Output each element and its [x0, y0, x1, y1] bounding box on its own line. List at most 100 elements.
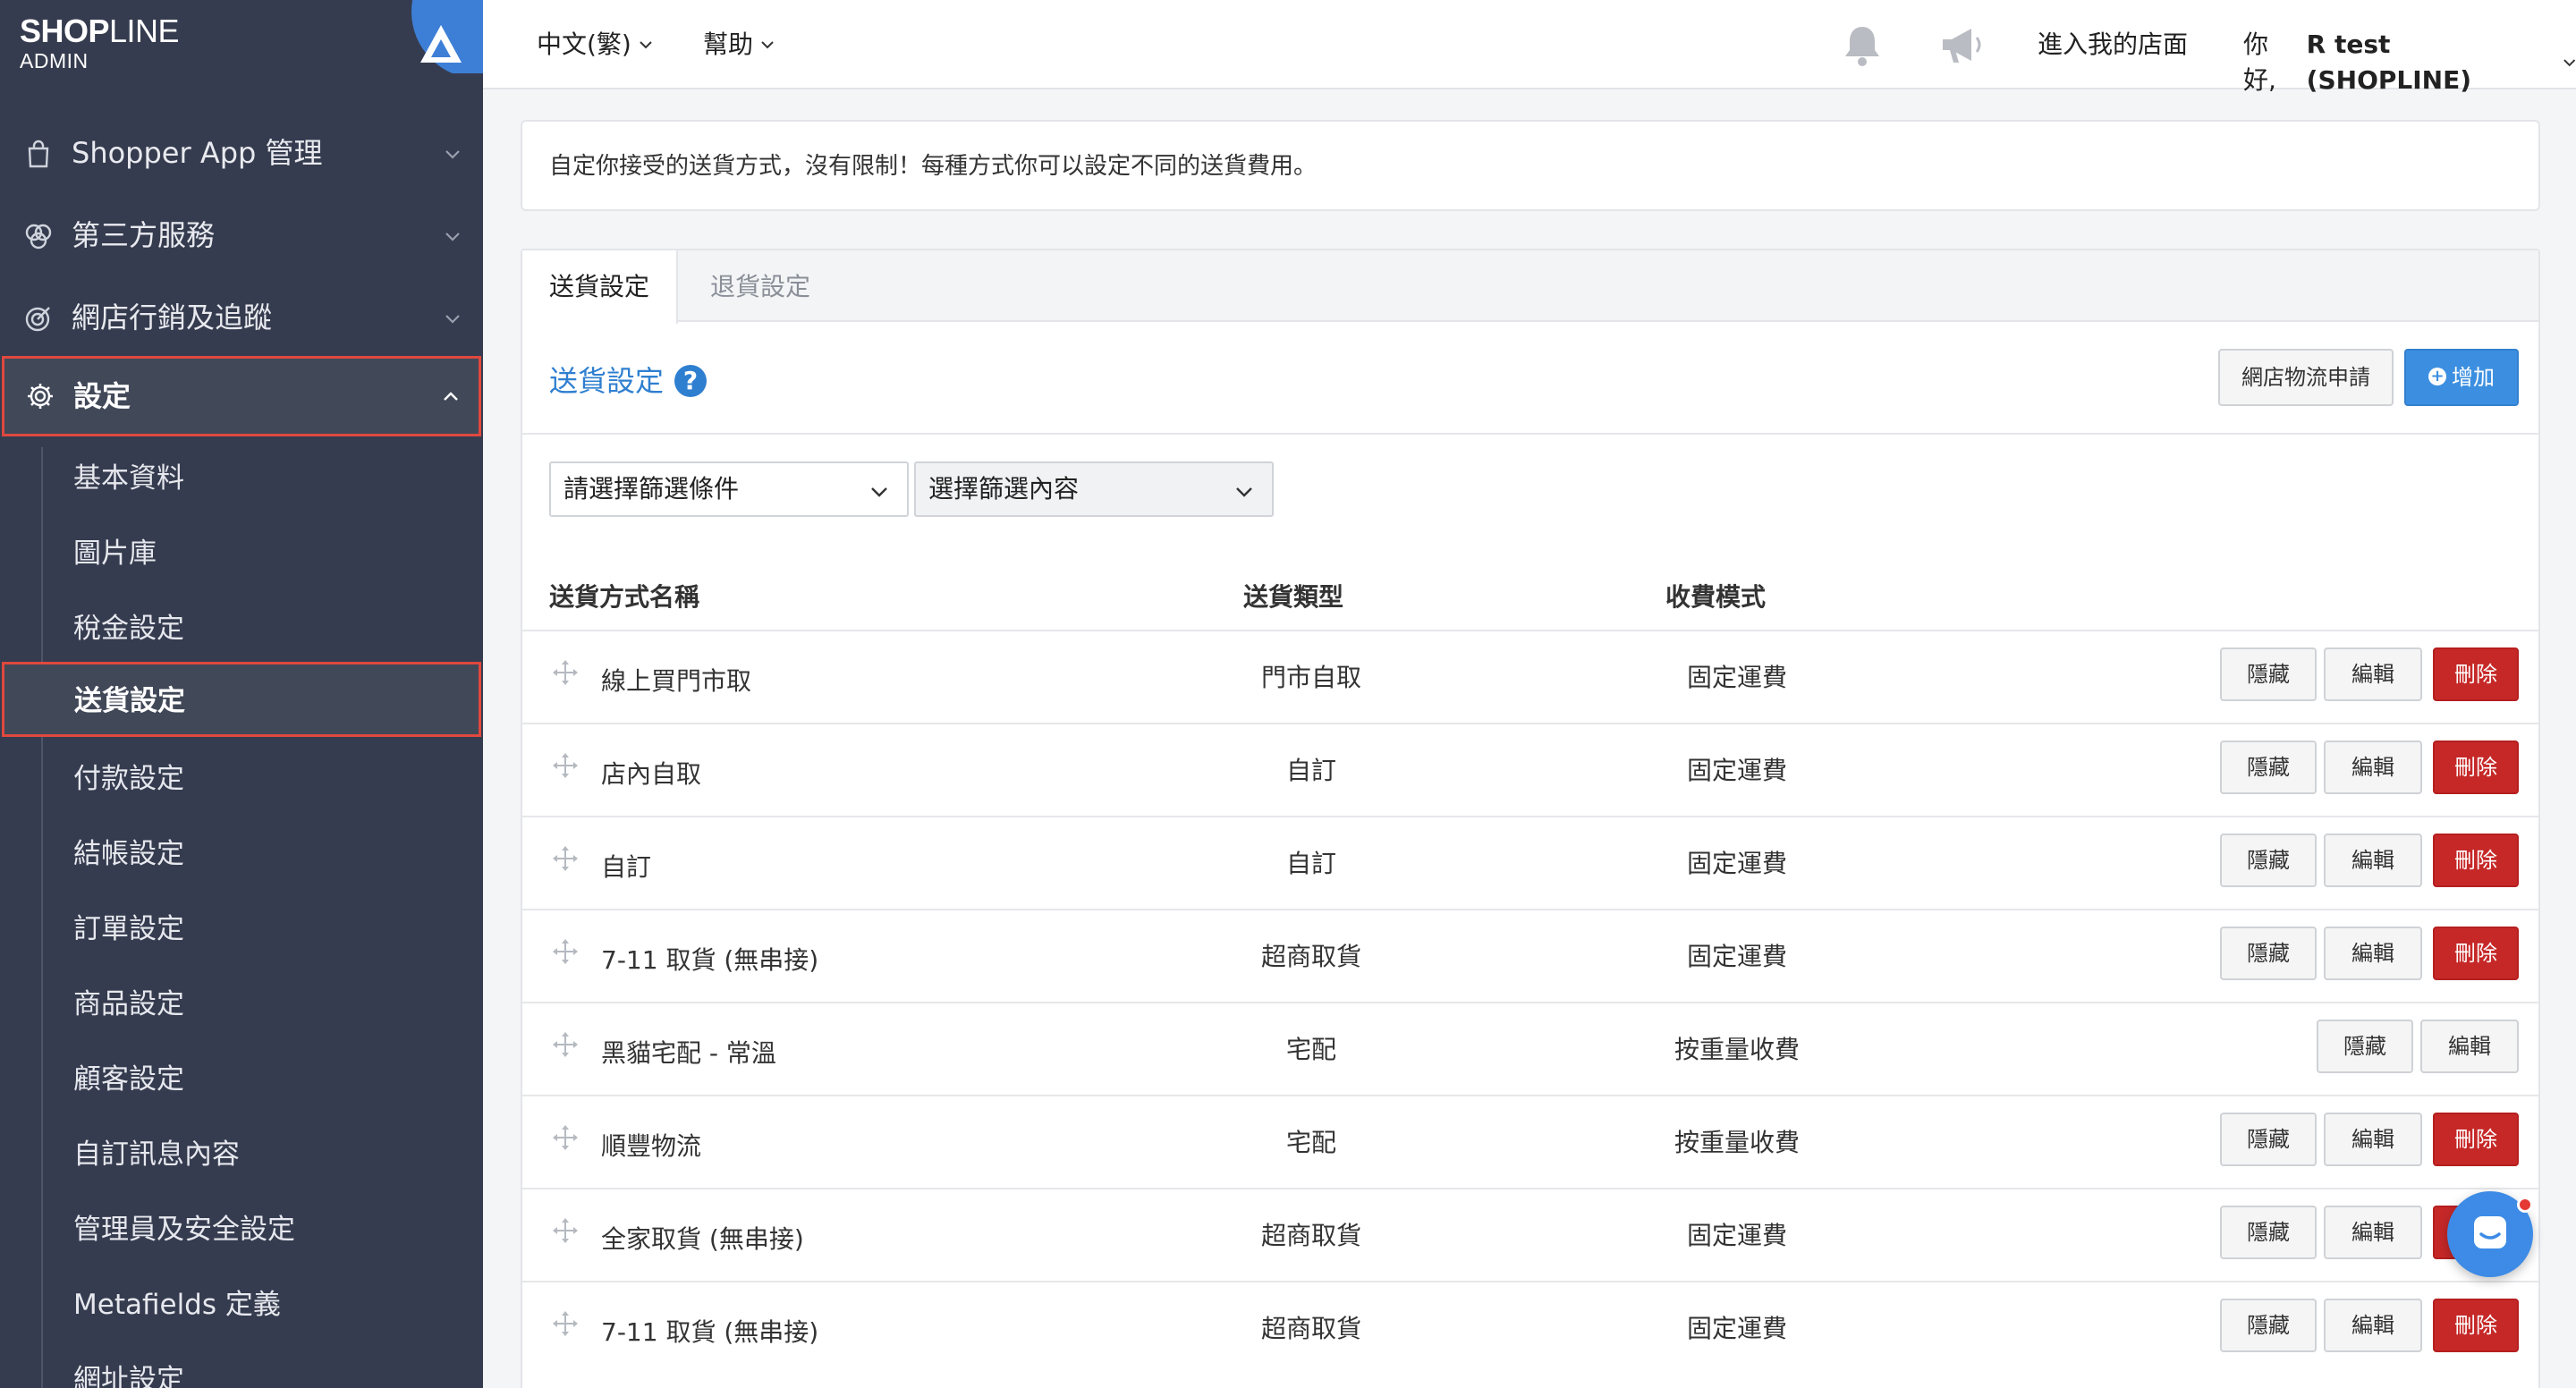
notification-bell-icon[interactable]	[1841, 23, 1884, 68]
chevron-down-icon	[1236, 487, 1252, 497]
chevron-down-icon	[640, 41, 652, 49]
hide-button[interactable]: 隱藏	[2220, 1113, 2317, 1166]
sidebar-subitem-admin-security[interactable]: 管理員及安全設定	[43, 1193, 479, 1268]
enter-store-label: 進入我的店面	[2038, 30, 2189, 59]
button-label: 編輯	[2351, 1313, 2394, 1338]
info-text: 自定你接受的送貨方式，沒有限制！每種方式你可以設定不同的送貨費用。	[549, 153, 1318, 180]
sidebar-subitem-label: 結帳設定	[73, 838, 184, 870]
drag-handle-icon[interactable]	[551, 1030, 580, 1059]
edit-button[interactable]: 編輯	[2324, 741, 2422, 794]
sidebar-subitem-custom-messages[interactable]: 自訂訊息內容	[43, 1118, 479, 1193]
button-label: 編輯	[2351, 848, 2394, 873]
sidebar-subitem-label: Metafields 定義	[73, 1289, 281, 1321]
hide-button[interactable]: 隱藏	[2220, 1206, 2317, 1259]
hide-button[interactable]: 隱藏	[2220, 741, 2317, 794]
shipping-type: 超商取貨	[1260, 1221, 1361, 1250]
brand-logo[interactable]: SHOPLINE ADMIN	[20, 13, 180, 72]
sidebar-subitem-payment[interactable]: 付款設定	[43, 742, 479, 817]
delete-button[interactable]: 刪除	[2433, 927, 2519, 980]
fee-mode: 固定運費	[1686, 1314, 1787, 1343]
shipping-method-name: 店內自取	[601, 759, 702, 789]
enter-store-link[interactable]: 進入我的店面	[2038, 27, 2188, 63]
sidebar-subitem-tax[interactable]: 稅金設定	[43, 592, 479, 667]
sidebar-subitem-checkout[interactable]: 結帳設定	[43, 817, 479, 893]
logo-bold: SHOP	[20, 13, 110, 49]
sidebar-subitem-customer[interactable]: 顧客設定	[43, 1043, 479, 1118]
filter-content-select[interactable]: 選擇篩選內容	[914, 461, 1274, 517]
sidebar-item-shopper-app[interactable]: Shopper App 管理	[0, 113, 483, 193]
fee-mode: 按重量收費	[1674, 1035, 1800, 1064]
edit-button[interactable]: 編輯	[2420, 1020, 2519, 1073]
drag-handle-icon[interactable]	[551, 844, 580, 873]
hide-button[interactable]: 隱藏	[2317, 1020, 2413, 1073]
delete-button[interactable]: 刪除	[2433, 647, 2519, 701]
hide-button[interactable]: 隱藏	[2220, 647, 2317, 701]
help-circle-icon[interactable]: ?	[674, 365, 708, 397]
column-header-type: 送貨類型	[1243, 582, 1344, 612]
button-label: 刪除	[2454, 1127, 2497, 1152]
delete-button[interactable]: 刪除	[2433, 834, 2519, 887]
drag-handle-icon[interactable]	[551, 1309, 580, 1338]
drag-handle-icon[interactable]	[551, 1123, 580, 1152]
chevron-down-icon	[445, 233, 460, 241]
sidebar-item-marketing[interactable]: 網店行銷及追蹤	[0, 277, 483, 358]
table-row: 順豐物流 宅配 按重量收費 刪除 編輯 隱藏	[522, 1095, 2538, 1188]
sidebar-subitem-label: 顧客設定	[73, 1063, 184, 1096]
filter-condition-select[interactable]: 請選擇篩選條件	[549, 461, 909, 517]
fee-mode: 固定運費	[1686, 756, 1787, 785]
tab-delivery-settings[interactable]: 送貨設定	[522, 250, 679, 324]
delete-button[interactable]: 刪除	[2433, 1113, 2519, 1166]
sidebar-subitem-basic-info[interactable]: 基本資料	[43, 442, 479, 517]
sidebar-item-settings[interactable]: 設定	[2, 356, 481, 436]
chevron-up-icon	[444, 392, 458, 401]
sidebar-subitem-label: 圖片庫	[73, 537, 157, 570]
sidebar-subitem-metafields[interactable]: Metafields 定義	[43, 1268, 479, 1343]
edit-button[interactable]: 編輯	[2324, 1299, 2422, 1352]
logo-sub: ADMIN	[20, 49, 89, 72]
delete-button[interactable]: 刪除	[2433, 741, 2519, 794]
sidebar-subitem-image-library[interactable]: 圖片庫	[43, 517, 479, 592]
fee-mode: 固定運費	[1686, 849, 1787, 878]
hide-button[interactable]: 隱藏	[2220, 927, 2317, 980]
sidebar-subitem-delivery[interactable]: 送貨設定	[2, 662, 481, 737]
help-dropdown[interactable]: 幫助	[703, 27, 775, 63]
sidebar-subitem-label: 商品設定	[73, 988, 184, 1020]
drag-handle-icon[interactable]	[551, 658, 580, 687]
hide-button[interactable]: 隱藏	[2220, 834, 2317, 887]
sidebar-subitem-product[interactable]: 商品設定	[43, 968, 479, 1043]
column-header-name: 送貨方式名稱	[549, 582, 700, 612]
column-header-fee: 收費模式	[1665, 582, 1767, 612]
drag-handle-icon[interactable]	[551, 1216, 580, 1245]
sidebar-subitem-order[interactable]: 訂單設定	[43, 893, 479, 968]
delete-button[interactable]: 刪除	[2433, 1299, 2519, 1352]
user-menu-dropdown[interactable]: 你好, R test (SHOPLINE)	[2243, 27, 2576, 98]
edit-button[interactable]: 編輯	[2324, 1206, 2422, 1259]
delivery-settings-card: 送貨設定 退貨設定 送貨設定 ? 網店物流申請 + 增加 請選擇篩選條件 選擇篩選…	[521, 249, 2540, 1388]
chevron-down-icon	[2563, 59, 2575, 67]
shopline-emblem-icon[interactable]	[399, 0, 483, 73]
edit-button[interactable]: 編輯	[2324, 834, 2422, 887]
add-button[interactable]: + 增加	[2404, 349, 2519, 406]
shipping-type: 自訂	[1285, 849, 1336, 878]
table-row: 7-11 取貨 (無串接) 超商取貨 固定運費 刪除 編輯 隱藏	[522, 1281, 2538, 1374]
language-dropdown[interactable]: 中文(繁)	[537, 27, 653, 63]
sidebar-subitem-label: 基本資料	[73, 462, 184, 495]
logistics-apply-button[interactable]: 網店物流申請	[2218, 349, 2394, 406]
drag-handle-icon[interactable]	[551, 751, 580, 780]
button-label: 隱藏	[2247, 662, 2290, 687]
chevron-down-icon	[445, 150, 460, 159]
hide-button[interactable]: 隱藏	[2220, 1299, 2317, 1352]
shipping-method-name: 線上買門市取	[601, 666, 752, 696]
megaphone-icon[interactable]	[1937, 23, 1987, 68]
sidebar-subitem-url[interactable]: 網址設定	[43, 1343, 479, 1388]
divider	[522, 433, 2538, 435]
edit-button[interactable]: 編輯	[2324, 647, 2422, 701]
button-label: 隱藏	[2343, 1034, 2386, 1059]
edit-button[interactable]: 編輯	[2324, 1113, 2422, 1166]
logo-thin: LINE	[109, 13, 180, 49]
sidebar-item-third-party[interactable]: 第三方服務	[0, 195, 483, 275]
drag-handle-icon[interactable]	[551, 937, 580, 966]
shipping-type: 宅配	[1285, 1035, 1336, 1064]
tab-return-settings[interactable]: 退貨設定	[683, 250, 837, 324]
edit-button[interactable]: 編輯	[2324, 927, 2422, 980]
